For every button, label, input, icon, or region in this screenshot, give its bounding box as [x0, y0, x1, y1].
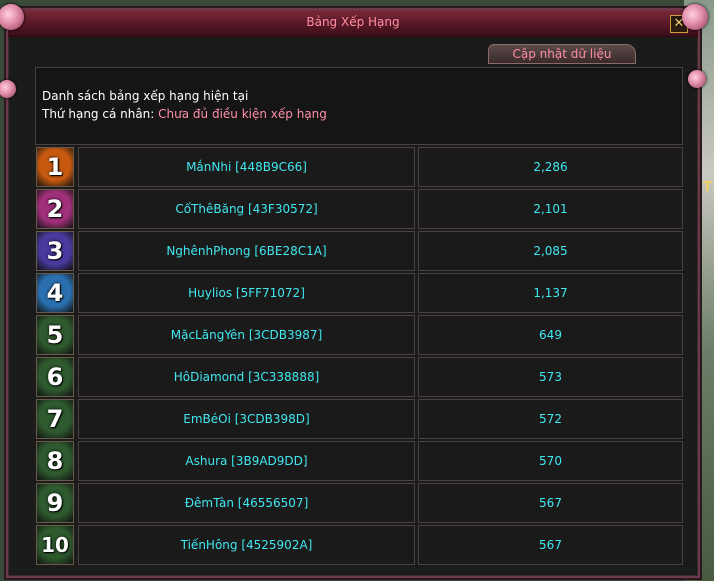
rank-badge: 4: [36, 273, 74, 313]
player-score: 1,137: [418, 273, 683, 313]
rank-badge: 6: [36, 357, 74, 397]
title-bar[interactable]: Bảng Xếp Hạng ✕: [8, 10, 698, 37]
rank-row: 9 ĐêmTàn [46556507] 567: [35, 483, 683, 523]
list-heading: Danh sách bảng xếp hạng hiện tại: [42, 89, 249, 103]
player-score: 572: [418, 399, 683, 439]
rank-row: 8 Ashura [3B9AD9DD] 570: [35, 441, 683, 481]
ranking-list: 1 MắnNhi [448B9C66] 2,286 2 CốThêBăng [4…: [35, 147, 683, 567]
player-name[interactable]: TiếnHông [4525902A]: [78, 525, 415, 565]
player-name[interactable]: MắnNhi [448B9C66]: [78, 147, 415, 187]
rank-row: 2 CốThêBăng [43F30572] 2,101: [35, 189, 683, 229]
rank-row: 4 Huylios [5FF71072] 1,137: [35, 273, 683, 313]
rank-row: 7 EmBéOi [3CDB398D] 572: [35, 399, 683, 439]
flower-ornament-icon: [688, 70, 706, 88]
rank-row: 3 NghênhPhong [6BE28C1A] 2,085: [35, 231, 683, 271]
rank-badge: 7: [36, 399, 74, 439]
player-name[interactable]: HôDiamond [3C338888]: [78, 357, 415, 397]
personal-rank-status: Chưa đủ điều kiện xếp hạng: [158, 107, 327, 121]
rank-badge: 5: [36, 315, 74, 355]
player-score: 573: [418, 357, 683, 397]
rank-row: 5 MặcLăngYên [3CDB3987] 649: [35, 315, 683, 355]
rank-row: 1 MắnNhi [448B9C66] 2,286: [35, 147, 683, 187]
player-name[interactable]: NghênhPhong [6BE28C1A]: [78, 231, 415, 271]
rank-badge: 10: [36, 525, 74, 565]
rank-badge: 1: [36, 147, 74, 187]
world-edge-text: T: [703, 180, 712, 195]
player-score: 2,101: [418, 189, 683, 229]
window-title: Bảng Xếp Hạng: [306, 15, 400, 29]
flower-ornament-icon: [0, 80, 16, 98]
personal-rank-line: Thứ hạng cá nhân: Chưa đủ điều kiện xếp …: [42, 107, 327, 121]
player-name[interactable]: MặcLăngYên [3CDB3987]: [78, 315, 415, 355]
player-score: 2,286: [418, 147, 683, 187]
rank-badge: 3: [36, 231, 74, 271]
info-panel: Danh sách bảng xếp hạng hiện tại Thứ hạn…: [35, 67, 683, 145]
player-score: 567: [418, 483, 683, 523]
player-name[interactable]: Ashura [3B9AD9DD]: [78, 441, 415, 481]
rank-badge: 2: [36, 189, 74, 229]
player-score: 2,085: [418, 231, 683, 271]
rank-row: 10 TiếnHông [4525902A] 567: [35, 525, 683, 565]
flower-ornament-icon: [682, 4, 708, 30]
player-score: 649: [418, 315, 683, 355]
personal-rank-label: Thứ hạng cá nhân:: [42, 107, 159, 121]
ranking-window: Bảng Xếp Hạng ✕ Cập nhật dữ liệu Danh sá…: [0, 4, 708, 578]
player-name[interactable]: Huylios [5FF71072]: [78, 273, 415, 313]
player-name[interactable]: ĐêmTàn [46556507]: [78, 483, 415, 523]
rank-badge: 9: [36, 483, 74, 523]
player-name[interactable]: EmBéOi [3CDB398D]: [78, 399, 415, 439]
rank-badge: 8: [36, 441, 74, 481]
player-score: 567: [418, 525, 683, 565]
refresh-data-button[interactable]: Cập nhật dữ liệu: [488, 44, 636, 64]
player-name[interactable]: CốThêBăng [43F30572]: [78, 189, 415, 229]
player-score: 570: [418, 441, 683, 481]
rank-row: 6 HôDiamond [3C338888] 573: [35, 357, 683, 397]
